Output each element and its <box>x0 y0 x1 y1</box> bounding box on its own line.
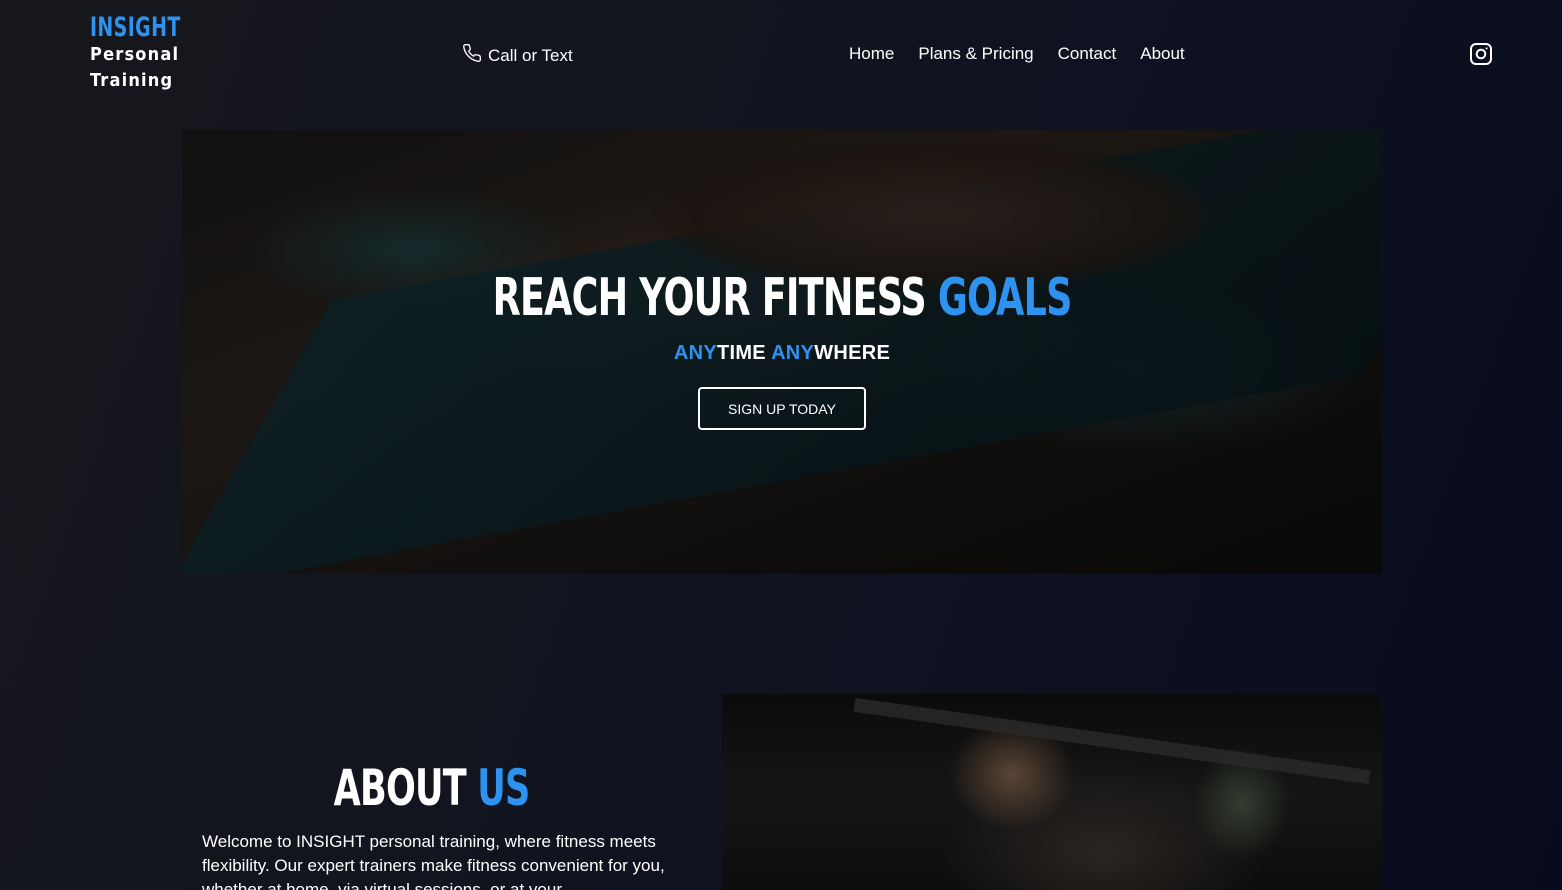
about-title-accent: US <box>477 759 531 817</box>
hero-title: REACH YOUR FITNESS GOALS <box>492 268 1073 328</box>
hero-banner: REACH YOUR FITNESS GOALS ANYTIME ANYWHER… <box>182 130 1382 574</box>
logo-brand: INSIGHT <box>90 12 181 43</box>
hero-subtitle: ANYTIME ANYWHERE <box>673 342 891 364</box>
about-image <box>722 694 1382 890</box>
site-logo[interactable]: INSIGHT Personal Training <box>90 14 206 93</box>
call-label: Call or Text <box>488 45 573 65</box>
nav-home[interactable]: Home <box>849 44 894 64</box>
call-or-text-link[interactable]: Call or Text <box>462 43 573 68</box>
nav-contact[interactable]: Contact <box>1058 44 1117 64</box>
nav-about[interactable]: About <box>1140 44 1184 64</box>
about-title: ABOUT US <box>334 759 531 817</box>
logo-line-1: Personal <box>90 44 180 65</box>
hero-content: REACH YOUR FITNESS GOALS ANYTIME ANYWHER… <box>182 270 1382 430</box>
instagram-icon[interactable] <box>1469 42 1493 66</box>
hero-title-accent: GOALS <box>937 268 1073 328</box>
sign-up-button[interactable]: SIGN UP TODAY <box>698 387 866 430</box>
main-nav: Home Plans & Pricing Contact About <box>849 44 1185 64</box>
logo-line-2: Training <box>90 70 174 91</box>
phone-icon <box>462 43 482 68</box>
nav-plans-pricing[interactable]: Plans & Pricing <box>918 44 1033 64</box>
about-text: Welcome to INSIGHT personal training, wh… <box>202 832 665 890</box>
